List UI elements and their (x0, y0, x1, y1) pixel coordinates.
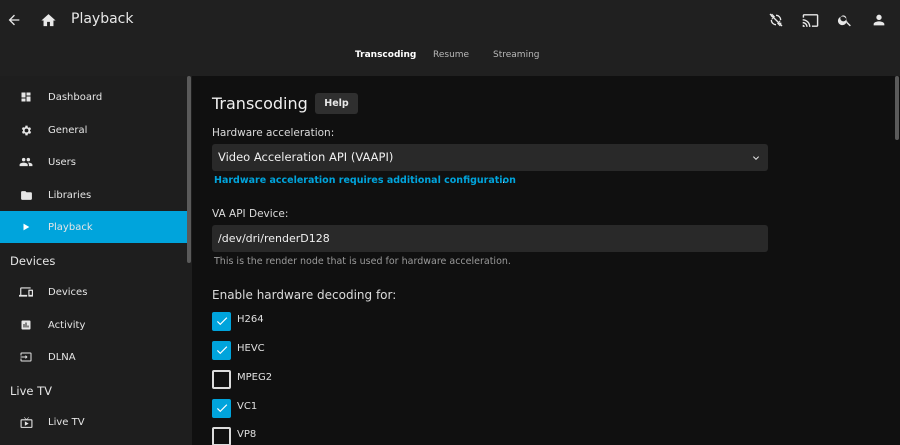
sidebar-section-livetv: Live TV (10, 384, 53, 398)
gear-icon (19, 123, 33, 137)
sidebar-item-users[interactable]: Users (0, 146, 187, 178)
sidebar-item-label: Activity (48, 319, 86, 331)
sidebar-item-label: Dashboard (48, 91, 103, 103)
live-tv-icon (19, 415, 33, 429)
codec-checkbox-h264[interactable]: H264 (212, 311, 264, 331)
check-icon (216, 346, 227, 355)
va-device-label: VA API Device: (212, 208, 289, 220)
sync-disabled-icon (769, 13, 783, 27)
header-toolbar: Playback (0, 0, 900, 40)
user-menu-button[interactable] (867, 8, 891, 32)
sidebar-section-devices: Devices (10, 254, 56, 268)
activity-icon (19, 318, 33, 332)
help-button[interactable]: Help (315, 93, 358, 114)
sidebar-item-general[interactable]: General (0, 114, 187, 146)
codec-checkbox-vc1[interactable]: VC1 (212, 398, 257, 418)
cast-icon (802, 13, 818, 27)
codec-label: VC1 (237, 401, 258, 412)
codec-checkbox-vp8[interactable]: VP8 (212, 426, 256, 445)
tab-streaming[interactable]: Streaming (493, 50, 539, 60)
codec-checkbox-hevc[interactable]: HEVC (212, 340, 265, 360)
app-header: Playback Transcoding Resume Streaming (0, 0, 900, 76)
checkbox-checked[interactable] (212, 340, 231, 360)
main-scrollbar[interactable] (895, 76, 899, 140)
checkbox-checked[interactable] (212, 311, 231, 331)
play-icon (19, 220, 33, 234)
check-icon (216, 404, 227, 413)
dlna-icon (19, 350, 33, 364)
sidebar: Dashboard General Users Libraries Playba… (0, 76, 192, 445)
dashboard-icon (19, 90, 33, 104)
tab-resume[interactable]: Resume (433, 50, 469, 60)
sidebar-item-label: Devices (48, 286, 88, 298)
sidebar-item-dlna[interactable]: DLNA (0, 341, 187, 373)
codec-checkbox-mpeg2[interactable]: MPEG2 (212, 369, 272, 389)
page-header-title: Playback (71, 11, 134, 27)
page-title: Transcoding (212, 94, 308, 113)
sidebar-item-activity[interactable]: Activity (0, 309, 187, 341)
cast-button[interactable] (798, 8, 822, 32)
tab-transcoding[interactable]: Transcoding (355, 50, 416, 60)
sidebar-item-label: Live TV (48, 416, 85, 428)
sidebar-item-label: Libraries (48, 189, 92, 201)
checkbox-checked[interactable] (212, 398, 231, 418)
devices-icon (19, 285, 33, 299)
checkbox-unchecked[interactable] (212, 369, 231, 389)
sidebar-item-dashboard[interactable]: Dashboard (0, 81, 187, 113)
back-button[interactable] (2, 8, 26, 32)
sync-play-button[interactable] (764, 8, 788, 32)
hw-decoding-label: Enable hardware decoding for: (212, 288, 397, 302)
checkbox-unchecked[interactable] (212, 426, 231, 445)
search-button[interactable] (833, 8, 857, 32)
va-device-hint: This is the render node that is used for… (214, 256, 511, 267)
home-icon (40, 13, 56, 26)
hw-accel-selected-value: Video Acceleration API (VAAPI) (218, 150, 394, 164)
hw-accel-select[interactable]: Video Acceleration API (VAAPI) (212, 144, 768, 171)
sidebar-item-playback[interactable]: Playback (0, 211, 187, 243)
sidebar-item-libraries[interactable]: Libraries (0, 179, 187, 211)
users-icon (19, 155, 33, 169)
va-device-input[interactable] (212, 225, 768, 252)
sidebar-item-label: DLNA (48, 351, 76, 363)
codec-label: VP8 (237, 429, 257, 440)
check-icon (216, 317, 227, 326)
sidebar-item-label: Users (48, 156, 77, 168)
sidebar-item-label: General (48, 124, 88, 136)
home-button[interactable] (36, 8, 60, 32)
sidebar-scrollbar[interactable] (187, 76, 191, 263)
arrow-left-icon (8, 14, 20, 26)
codec-label: H264 (237, 314, 264, 325)
codec-label: HEVC (237, 343, 265, 354)
sidebar-item-label: Playback (48, 221, 93, 233)
hw-accel-link-suffix: . (502, 175, 506, 186)
search-icon (837, 15, 851, 27)
tab-bar: Transcoding Resume Streaming (0, 44, 900, 68)
sidebar-item-devices[interactable]: Devices (0, 276, 187, 308)
codec-label: MPEG2 (237, 372, 273, 383)
hw-accel-label: Hardware acceleration: (212, 127, 335, 139)
sidebar-item-live-tv[interactable]: Live TV (0, 406, 187, 438)
chevron-down-icon (753, 156, 759, 160)
hw-accel-config-link[interactable]: Hardware acceleration requires additiona… (214, 175, 516, 186)
person-icon (873, 14, 885, 26)
folder-icon (19, 188, 33, 202)
